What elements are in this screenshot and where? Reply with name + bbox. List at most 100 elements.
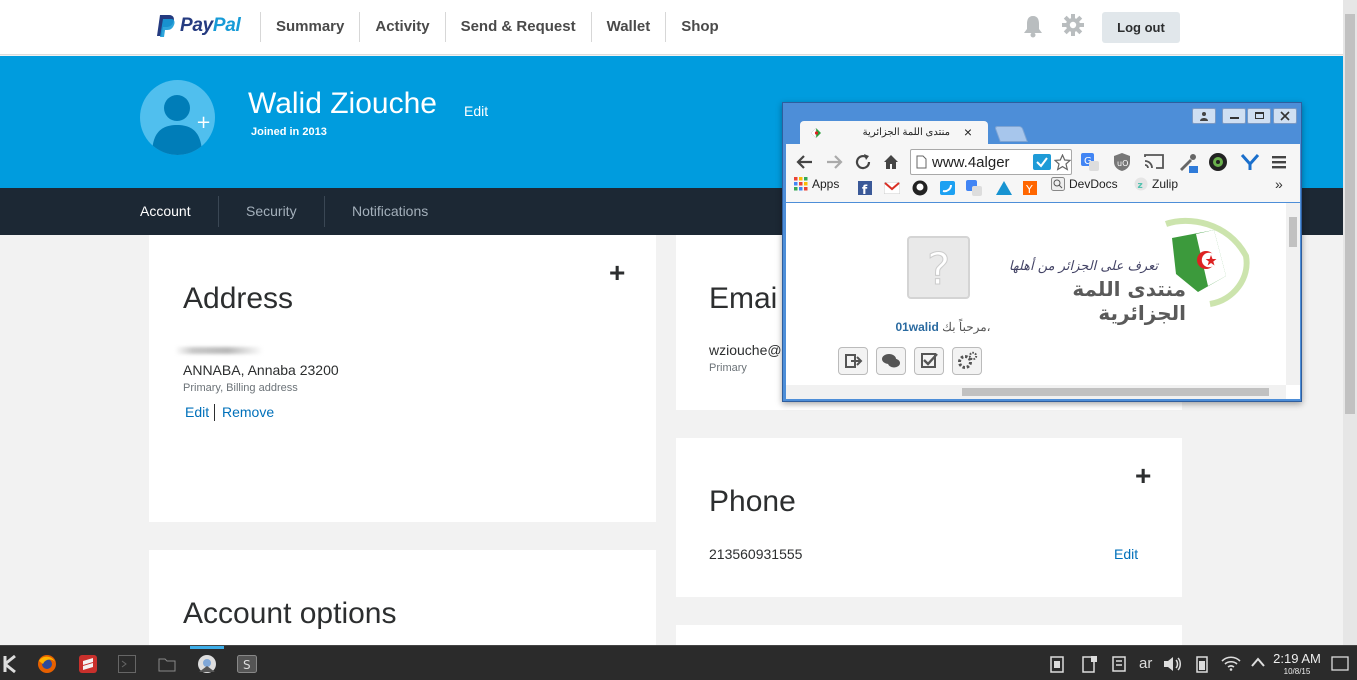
github-icon[interactable] — [912, 180, 928, 196]
forward-icon[interactable] — [825, 153, 843, 171]
chrome-window[interactable]: منتدى اللمة الجزائرية × www.4alger G uO … — [782, 102, 1302, 402]
user-name: Walid Ziouche — [248, 87, 437, 120]
phone-card: + Phone 213560931555 Edit — [676, 438, 1182, 597]
edit-profile-link[interactable]: Edit — [464, 103, 488, 119]
avatar[interactable]: + — [140, 80, 215, 155]
messages-button[interactable] — [876, 347, 906, 375]
arch-icon[interactable] — [996, 181, 1012, 195]
maximize-icon[interactable] — [1247, 108, 1271, 124]
tasks-button[interactable] — [914, 347, 944, 375]
facebook-icon[interactable]: f — [858, 181, 872, 195]
edit-address-link[interactable]: Edit — [185, 404, 209, 420]
new-tab-button[interactable] — [994, 126, 1028, 142]
welcome-line: 01walid مرحباً بك، — [878, 320, 1008, 334]
forum-avatar[interactable]: ? — [907, 236, 970, 299]
welcome-username[interactable]: 01walid — [895, 320, 938, 334]
color-extension-icon[interactable] — [1208, 152, 1228, 172]
add-address-button[interactable]: + — [609, 259, 625, 287]
clipboard-icon[interactable] — [1050, 655, 1064, 673]
kde-launcher-icon[interactable] — [2, 654, 20, 674]
chevron-up-icon[interactable] — [1250, 656, 1266, 668]
battery-icon[interactable] — [1196, 655, 1208, 673]
welcome-text: مرحباً بك، — [942, 320, 991, 334]
wifi-icon[interactable] — [1221, 655, 1241, 671]
firefox-icon[interactable] — [37, 654, 57, 674]
menu-icon[interactable] — [1271, 154, 1287, 170]
twitter-icon[interactable] — [940, 181, 955, 195]
user-silhouette-icon: + — [152, 95, 211, 155]
gmail-icon[interactable] — [884, 182, 900, 194]
paypal-logo[interactable]: PayPal — [156, 14, 241, 38]
minimize-icon[interactable] — [1222, 108, 1246, 124]
chrome-viewport: تعرف على الجزائر من أهلها منتدى اللمة ال… — [786, 203, 1300, 399]
back-icon[interactable] — [796, 153, 814, 171]
account-options-card: Account options — [149, 550, 656, 645]
bookmark-star-icon[interactable] — [1054, 154, 1071, 171]
translate-extension-icon[interactable]: G — [1080, 152, 1100, 172]
add-phone-button[interactable]: + — [1135, 462, 1151, 490]
bell-icon[interactable] — [1022, 14, 1044, 38]
updates-icon[interactable] — [1111, 655, 1127, 673]
nav-activity[interactable]: Activity — [359, 12, 444, 42]
forum-tagline: تعرف على الجزائر من أهلها — [1008, 259, 1158, 274]
taskbar: S ar 2:19 AM 10/8/15 — [0, 645, 1357, 680]
tab-notifications[interactable]: Notifications — [352, 188, 428, 234]
tab-security[interactable]: Security — [246, 188, 297, 234]
keyboard-layout-indicator[interactable]: ar — [1139, 655, 1152, 672]
nav-wallet[interactable]: Wallet — [590, 12, 666, 42]
site-favicon-icon — [810, 127, 821, 139]
page-scroll-thumb[interactable] — [1345, 14, 1355, 414]
bookmark-zulip[interactable]: z Zulip — [1134, 177, 1178, 191]
clock[interactable]: 2:19 AM 10/8/15 — [1272, 652, 1322, 677]
scroll-thumb[interactable] — [1289, 217, 1297, 247]
reload-icon[interactable] — [854, 153, 872, 171]
app-task-icon[interactable]: S — [237, 655, 257, 673]
browser-tab[interactable]: منتدى اللمة الجزائرية × — [800, 121, 988, 146]
zulip-icon: z — [1134, 177, 1148, 191]
bookmark-apps[interactable]: Apps — [794, 177, 839, 191]
page-scrollbar[interactable] — [1343, 0, 1357, 645]
checkmark-extension-icon[interactable] — [1033, 154, 1051, 170]
home-icon[interactable] — [882, 153, 900, 171]
tab-close-icon[interactable]: × — [964, 124, 972, 140]
gear-icon[interactable] — [1061, 13, 1085, 37]
divider — [324, 196, 325, 227]
nav-send-request[interactable]: Send & Request — [444, 12, 591, 42]
ublock-icon[interactable]: uO — [1113, 152, 1131, 172]
bookmarks-overflow-button[interactable]: » — [1275, 176, 1283, 192]
device-notifier-icon[interactable] — [1082, 655, 1098, 673]
nav-shop[interactable]: Shop — [665, 12, 734, 42]
y-extension-icon[interactable] — [1240, 152, 1260, 172]
bookmark-devdocs[interactable]: DevDocs — [1051, 177, 1118, 191]
divider — [218, 196, 219, 227]
top-navigation: PayPal Summary Activity Send & Request W… — [0, 0, 1343, 55]
checkbox-icon — [921, 353, 938, 368]
eyedropper-extension-icon[interactable] — [1177, 152, 1199, 174]
scroll-thumb[interactable] — [962, 388, 1269, 396]
nav-summary[interactable]: Summary — [260, 12, 359, 42]
hackernews-icon[interactable]: Y — [1023, 181, 1037, 195]
redacted-street-line — [175, 347, 263, 354]
main-nav: Summary Activity Send & Request Wallet S… — [260, 12, 734, 42]
svg-text:f: f — [862, 183, 868, 195]
settings-button[interactable] — [952, 347, 982, 375]
file-manager-icon[interactable] — [158, 655, 176, 673]
volume-icon[interactable] — [1162, 655, 1182, 673]
chrome-toolbar: www.4alger G uO Apps f Y DevDocs z Zulip… — [786, 144, 1300, 202]
chrome-task-icon[interactable] — [197, 654, 217, 674]
edit-phone-link[interactable]: Edit — [1114, 546, 1138, 562]
close-window-icon[interactable] — [1273, 108, 1297, 124]
google-translate-bookmark-icon[interactable] — [966, 180, 982, 196]
show-desktop-icon[interactable] — [1331, 656, 1349, 672]
cast-icon[interactable] — [1144, 153, 1164, 170]
chrome-horizontal-scrollbar[interactable] — [786, 385, 1286, 399]
profile-icon[interactable] — [1192, 108, 1216, 124]
tab-account[interactable]: Account — [140, 188, 191, 234]
logout-button[interactable]: Log out — [1102, 12, 1180, 43]
terminal-icon[interactable] — [118, 655, 136, 673]
remove-address-link[interactable]: Remove — [222, 404, 274, 420]
logout-forum-button[interactable] — [838, 347, 868, 375]
address-bar[interactable]: www.4alger — [910, 149, 1072, 175]
sublime-text-icon[interactable] — [78, 654, 98, 674]
chrome-vertical-scrollbar[interactable] — [1286, 203, 1300, 385]
